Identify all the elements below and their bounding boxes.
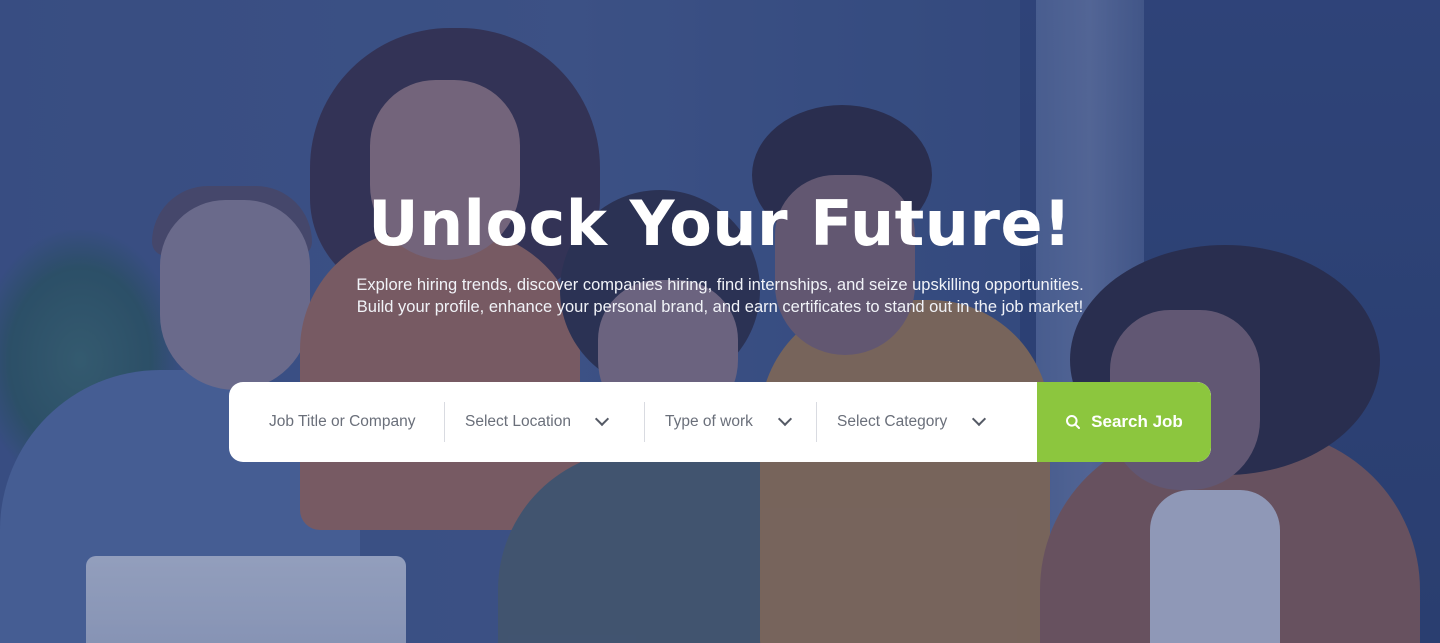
job-search-bar: Job Title or Company Select Location Typ…: [229, 382, 1211, 462]
work-type-select[interactable]: Type of work: [644, 402, 816, 442]
category-select-label: Select Category: [837, 413, 948, 430]
hero-title: Unlock Your Future!: [368, 187, 1072, 260]
search-icon: [1065, 414, 1081, 430]
location-select-label: Select Location: [465, 413, 571, 430]
search-job-button[interactable]: Search Job: [1037, 382, 1211, 462]
hero-section: Unlock Your Future! Explore hiring trend…: [0, 0, 1440, 643]
location-select[interactable]: Select Location: [444, 402, 644, 442]
chevron-down-icon: [594, 411, 610, 427]
job-keyword-placeholder: Job Title or Company: [269, 413, 416, 430]
job-keyword-input[interactable]: Job Title or Company: [229, 402, 444, 442]
chevron-down-icon: [777, 411, 793, 427]
search-job-button-label: Search Job: [1091, 412, 1183, 431]
category-select[interactable]: Select Category: [816, 402, 1037, 442]
work-type-select-label: Type of work: [665, 413, 753, 430]
hero-color-overlay: [0, 0, 1440, 643]
chevron-down-icon: [971, 411, 987, 427]
hero-subtitle: Explore hiring trends, discover companie…: [356, 276, 1084, 316]
